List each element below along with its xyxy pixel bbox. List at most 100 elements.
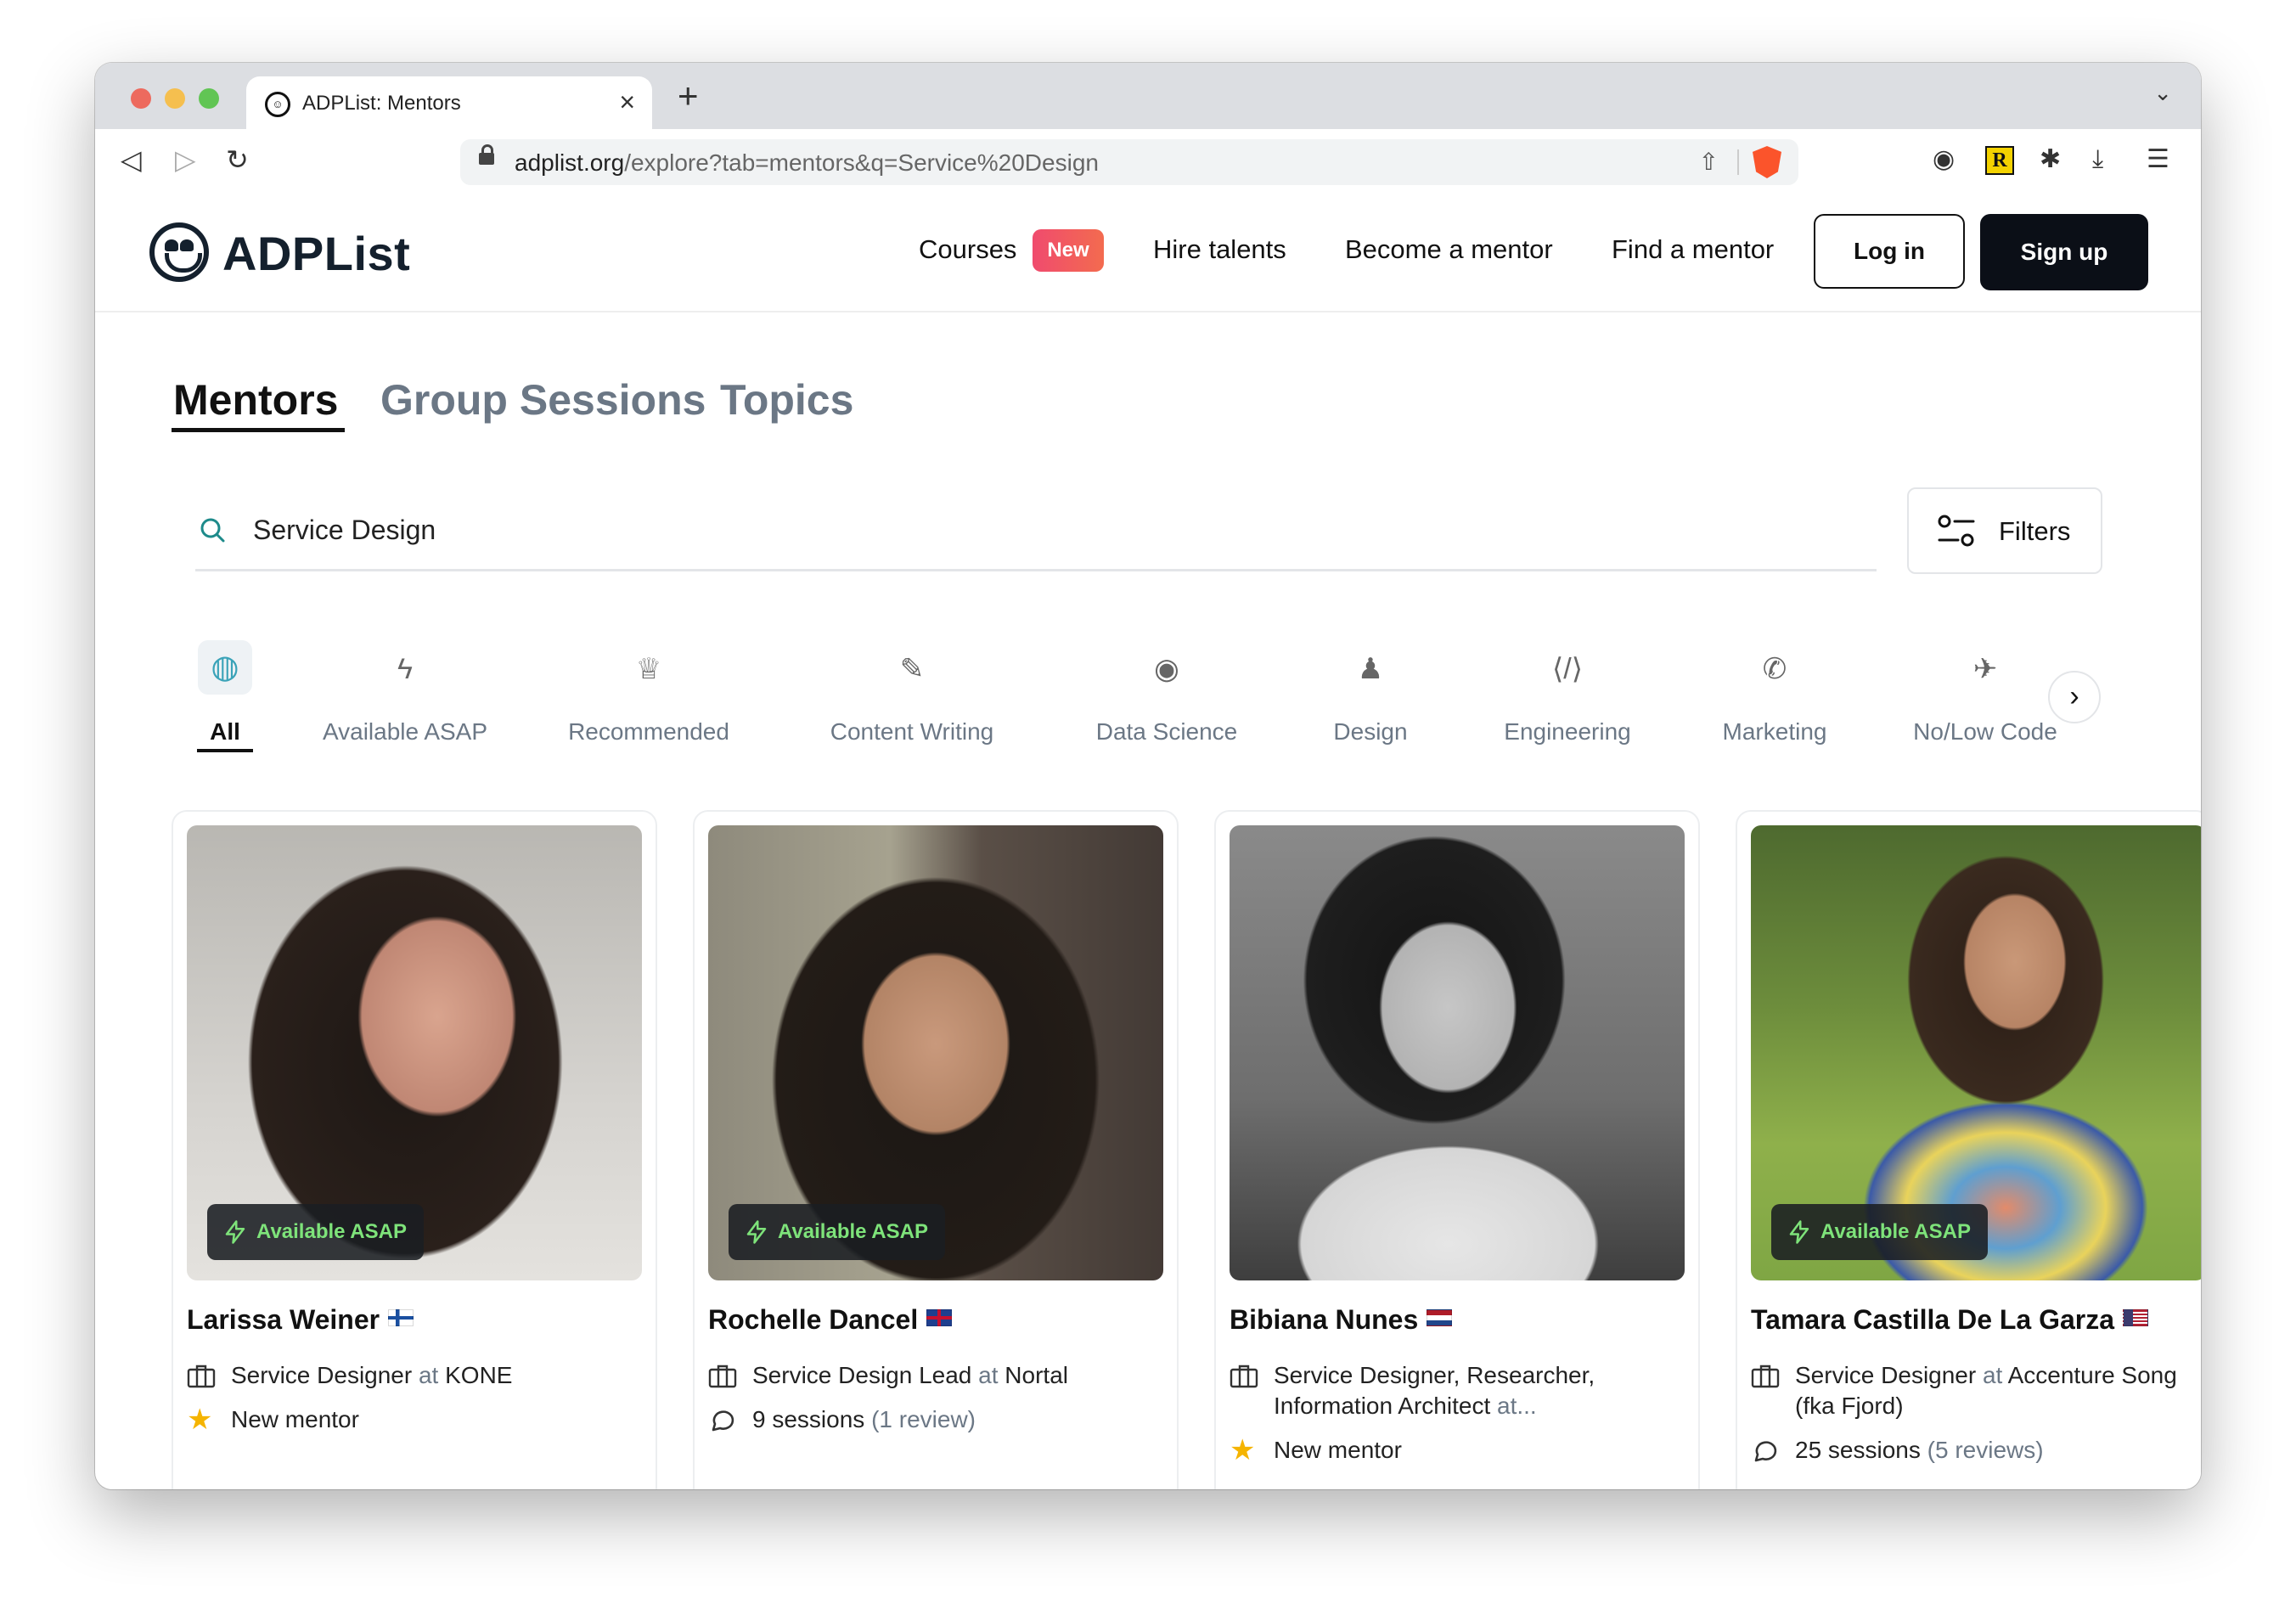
nav-hire-talents[interactable]: Hire talents [1153, 234, 1286, 265]
mentor-name[interactable]: Larissa Weiner [187, 1304, 380, 1335]
star-icon: ★ [1230, 1434, 1256, 1466]
category-content-writing[interactable]: ✎ Content Writing [790, 640, 1034, 745]
lightning-icon [1789, 1220, 1809, 1244]
tab-title: ADPList: Mentors [302, 92, 461, 115]
role-text: Service Designer [1795, 1362, 1977, 1388]
star-icon: ★ [187, 1404, 213, 1436]
mentor-stat: ★ New mentor [187, 1404, 645, 1438]
downloads-icon[interactable]: ⤓ [2092, 143, 2103, 177]
tab-close-icon[interactable]: × [619, 87, 635, 117]
mentor-role: Service Design Lead at Nortal [708, 1360, 1167, 1394]
search-underline [195, 569, 1877, 571]
forward-icon[interactable]: ▷ [175, 139, 196, 180]
category-label: Marketing [1722, 718, 1827, 745]
mentor-stat: ★ New mentor [1230, 1435, 1688, 1469]
lock-icon [479, 144, 494, 165]
stat-text: New mentor [231, 1406, 359, 1432]
nav-courses[interactable]: Courses [919, 234, 1016, 265]
category-marketing[interactable]: ✆ Marketing [1691, 640, 1858, 745]
role-text: Service Design Lead [752, 1362, 972, 1388]
at-text: at... [1497, 1393, 1537, 1419]
mentor-card[interactable]: Available ASAP Rochelle Dancel Service D… [693, 810, 1179, 1489]
stat-text: 25 sessions [1795, 1437, 1921, 1463]
brave-shield-icon[interactable] [1753, 146, 1781, 178]
category-next-chevron-icon[interactable]: › [2048, 671, 2101, 723]
active-category-underline [197, 749, 253, 752]
url-text[interactable]: adplist.org/explore?tab=mentors&q=Servic… [515, 149, 1099, 177]
tab-mentors[interactable]: Mentors [173, 375, 338, 425]
mentor-name[interactable]: Rochelle Dancel [708, 1304, 918, 1335]
share-icon[interactable]: ⇧ [1699, 148, 1719, 176]
usa-flag-icon [2123, 1309, 2149, 1326]
at-text: at [1982, 1362, 2003, 1388]
reader-extension-icon[interactable]: R [1985, 146, 2014, 175]
logo-text[interactable]: ADPList [222, 226, 410, 281]
category-label: Available ASAP [322, 718, 488, 745]
category-available-asap[interactable]: ϟ Available ASAP [307, 640, 503, 745]
filters-button[interactable]: Filters [1907, 487, 2102, 574]
close-window-button[interactable] [131, 88, 151, 109]
browser-tabbar: ☺ ADPList: Mentors × + ⌄ [95, 63, 2201, 129]
category-all[interactable]: ◍ All [180, 640, 270, 745]
adplist-favicon-icon: ☺ [265, 92, 290, 117]
mentor-photo [1230, 825, 1685, 1280]
briefcase-icon [187, 1365, 216, 1388]
browser-window: ☺ ADPList: Mentors × + ⌄ ◁ ▷ ↻ adplist.o… [95, 63, 2201, 1489]
minimize-window-button[interactable] [165, 88, 185, 109]
site-header: ADPList Courses New Hire talents Become … [95, 194, 2201, 312]
mentor-card[interactable]: Available ASAP Tamara Castilla De La Gar… [1736, 810, 2201, 1489]
tab-topics[interactable]: Topics [720, 375, 853, 425]
category-label: Design [1333, 718, 1408, 745]
mentor-card[interactable]: Available ASAP Larissa Weiner Service De… [172, 810, 657, 1489]
reviews-text[interactable]: (5 reviews) [1927, 1437, 2044, 1463]
mentor-card[interactable]: Bibiana Nunes Service Designer, Research… [1214, 810, 1700, 1489]
briefcase-icon [1751, 1365, 1780, 1388]
nav-find-mentor[interactable]: Find a mentor [1612, 234, 1774, 265]
category-engineering[interactable]: ⟨/⟩ Engineering [1472, 640, 1663, 745]
available-label: Available ASAP [1820, 1220, 1971, 1243]
browser-toolbar: ◁ ▷ ↻ adplist.org/explore?tab=mentors&q=… [95, 129, 2201, 195]
company-text: Nortal [1004, 1362, 1068, 1388]
mentor-role: Service Designer at KONE [187, 1360, 645, 1394]
mentor-photo: Available ASAP [1751, 825, 2201, 1280]
briefcase-icon [1230, 1365, 1258, 1388]
login-button[interactable]: Log in [1814, 214, 1965, 289]
browser-tab[interactable]: ☺ ADPList: Mentors × [246, 76, 652, 129]
stat-text: New mentor [1274, 1437, 1402, 1463]
uk-flag-icon [926, 1309, 953, 1326]
tab-list-chevron-icon[interactable]: ⌄ [2153, 80, 2172, 106]
search-input[interactable] [253, 511, 1102, 549]
new-tab-icon[interactable]: + [678, 76, 699, 115]
url-divider [1737, 149, 1739, 175]
finland-flag-icon [388, 1309, 414, 1326]
no-code-icon: ✈ [1972, 653, 1998, 685]
nav-become-mentor[interactable]: Become a mentor [1345, 234, 1553, 265]
mentor-name-row: Larissa Weiner [187, 1304, 414, 1336]
password-manager-icon[interactable]: ◉ [1933, 143, 1955, 177]
category-design[interactable]: ♟ Design [1301, 640, 1440, 745]
category-label: Content Writing [830, 718, 994, 745]
category-recommended[interactable]: ♕ Recommended [538, 640, 759, 745]
url-path: /explore?tab=mentors&q=Service%20Design [624, 149, 1099, 176]
signup-button[interactable]: Sign up [1980, 214, 2148, 290]
extensions-puzzle-icon[interactable]: ✱ [2040, 143, 2061, 177]
mentor-role: Service Designer, Researcher, Informatio… [1230, 1360, 1688, 1425]
tab-group-sessions[interactable]: Group Sessions [380, 375, 706, 425]
address-bar[interactable]: adplist.org/explore?tab=mentors&q=Servic… [460, 139, 1798, 185]
back-icon[interactable]: ◁ [121, 139, 142, 180]
available-asap-badge: Available ASAP [729, 1204, 945, 1260]
active-tab-underline [172, 428, 345, 432]
stat-text: 9 sessions [752, 1406, 865, 1432]
adplist-logo-icon[interactable] [149, 222, 209, 282]
reviews-text[interactable]: (1 review) [871, 1406, 976, 1432]
zoom-window-button[interactable] [199, 88, 219, 109]
reload-icon[interactable]: ↻ [226, 139, 249, 180]
category-data-science[interactable]: ◉ Data Science [1066, 640, 1267, 745]
mentor-name[interactable]: Bibiana Nunes [1230, 1304, 1418, 1335]
engineering-icon: ⟨/⟩ [1552, 653, 1583, 685]
mentor-name[interactable]: Tamara Castilla De La Garza [1751, 1304, 2114, 1335]
available-label: Available ASAP [256, 1220, 407, 1243]
company-text: KONE [445, 1362, 513, 1388]
menu-icon[interactable]: ☰ [2147, 143, 2169, 177]
category-label: No/Low Code [1913, 718, 2057, 745]
